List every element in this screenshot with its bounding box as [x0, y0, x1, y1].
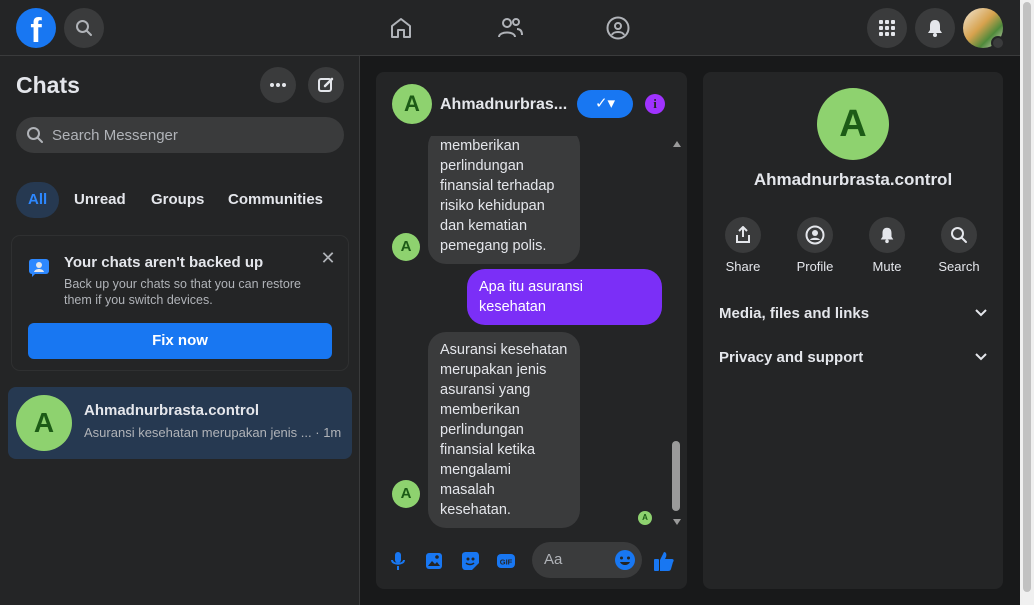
chevron-down-icon	[975, 353, 987, 361]
message-bubble-own[interactable]: Apa itu asuransi kesehatan	[467, 269, 662, 325]
window-scrollbar[interactable]	[1020, 0, 1034, 605]
mute-label: Mute	[872, 259, 902, 274]
profile-action[interactable]: Profile	[785, 217, 845, 274]
like-icon[interactable]	[653, 550, 675, 572]
search-button[interactable]	[64, 8, 104, 48]
more-icon	[270, 83, 286, 87]
chats-sidebar: Chats Search Messenger All Unread Groups…	[0, 56, 360, 605]
image-icon[interactable]	[423, 550, 445, 572]
options-button[interactable]	[260, 67, 296, 103]
bell-icon	[928, 20, 942, 37]
media-files-links-section[interactable]: Media, files and links	[719, 305, 987, 333]
search-placeholder: Search Messenger	[52, 126, 178, 144]
sender-avatar: A	[392, 233, 420, 261]
search-input[interactable]: Search Messenger	[16, 117, 344, 153]
preview-text: Asuransi kesehatan merupakan jenis ...	[84, 425, 312, 440]
svg-text:GIF: GIF	[500, 558, 513, 567]
backup-notice: Your chats aren't backed up Back up your…	[12, 236, 348, 370]
preview-time: 1m	[323, 425, 342, 440]
profile-label: Profile	[796, 259, 834, 274]
search-label: Search	[938, 259, 980, 274]
sender-avatar: A	[392, 480, 420, 508]
profile-icon	[797, 217, 833, 253]
scrollbar-thumb[interactable]	[672, 441, 680, 511]
backup-phone-icon	[29, 259, 49, 277]
facebook-logo[interactable]: f	[16, 8, 56, 48]
microphone-icon[interactable]	[387, 550, 409, 572]
search-icon	[941, 217, 977, 253]
home-icon	[391, 18, 411, 38]
scroll-down-arrow[interactable]	[673, 519, 681, 525]
emoji-icon[interactable]	[614, 549, 636, 571]
groups-tab[interactable]	[604, 14, 632, 42]
message-bubble[interactable]: Asuransi kesehatan merupakan jenis asura…	[428, 332, 580, 528]
chevron-down-icon	[975, 309, 987, 317]
share-action[interactable]: Share	[713, 217, 773, 274]
groups-icon	[606, 16, 630, 40]
notifications-button[interactable]	[915, 8, 955, 48]
filter-groups[interactable]: Groups	[139, 182, 216, 218]
privacy-support-section[interactable]: Privacy and support	[719, 349, 987, 377]
page-title: Chats	[16, 72, 80, 98]
compose-icon	[318, 77, 334, 92]
message-list: memberikan perlindungan finansial terhad…	[376, 136, 687, 530]
conversation-panel: A Ahmadnurbras... ✓▾ i memberikan perlin…	[376, 72, 687, 589]
avatar: A	[16, 395, 72, 451]
bell-icon	[869, 217, 905, 253]
avatar[interactable]: A	[392, 84, 432, 124]
profile-avatar[interactable]: A	[817, 88, 889, 160]
menu-button[interactable]	[867, 8, 907, 48]
account-avatar[interactable]	[963, 8, 1005, 50]
backup-description: Back up your chats so that you can resto…	[64, 277, 301, 307]
search-icon	[27, 127, 43, 143]
message-bubble[interactable]: memberikan perlindungan finansial terhad…	[428, 136, 580, 264]
menu-grid-icon	[879, 20, 895, 36]
section-label: Privacy and support	[719, 349, 864, 366]
filter-unread[interactable]: Unread	[62, 182, 138, 218]
chevron-down-icon	[991, 36, 1005, 50]
details-panel: A Ahmadnurbrasta.control Share Profile M…	[703, 72, 1003, 589]
close-icon[interactable]: ✕	[318, 248, 338, 268]
conversation-preview: Asuransi kesehatan merupakan jenis ... ·…	[84, 425, 342, 440]
mark-read-button[interactable]: ✓▾	[577, 90, 633, 118]
friends-tab[interactable]	[496, 14, 524, 42]
search-icon	[76, 20, 92, 36]
messages-scrollbar[interactable]	[672, 136, 682, 530]
profile-name: Ahmadnurbrasta.control	[753, 170, 953, 189]
top-bar: f	[0, 0, 1020, 56]
conversation-list-item[interactable]: A Ahmadnurbrasta.control Asuransi keseha…	[8, 387, 352, 459]
fix-now-button[interactable]: Fix now	[28, 323, 332, 359]
conversation-title[interactable]: Ahmadnurbras...	[440, 96, 580, 114]
message-input[interactable]: Aa	[532, 542, 642, 578]
backup-title: Your chats aren't backed up	[64, 254, 264, 271]
mute-action[interactable]: Mute	[857, 217, 917, 274]
message-composer: GIF Aa	[376, 536, 687, 584]
scroll-up-arrow[interactable]	[673, 141, 681, 147]
section-label: Media, files and links	[719, 305, 870, 322]
message-input-placeholder: Aa	[544, 551, 563, 568]
filter-all[interactable]: All	[16, 182, 60, 218]
info-icon[interactable]: i	[645, 94, 665, 114]
sticker-icon[interactable]	[459, 550, 481, 572]
home-tab[interactable]	[387, 14, 415, 42]
friends-icon	[498, 18, 523, 38]
read-receipt-avatar: A	[638, 511, 652, 525]
search-action[interactable]: Search	[929, 217, 989, 274]
gif-icon[interactable]: GIF	[495, 550, 517, 572]
new-message-button[interactable]	[308, 67, 344, 103]
filter-communities[interactable]: Communities	[216, 182, 335, 218]
conversation-header: A Ahmadnurbras... ✓▾ i	[376, 72, 687, 136]
scrollbar-thumb[interactable]	[1023, 2, 1031, 592]
conversation-name: Ahmadnurbrasta.control	[84, 402, 260, 419]
share-label: Share	[725, 259, 761, 274]
share-icon	[725, 217, 761, 253]
